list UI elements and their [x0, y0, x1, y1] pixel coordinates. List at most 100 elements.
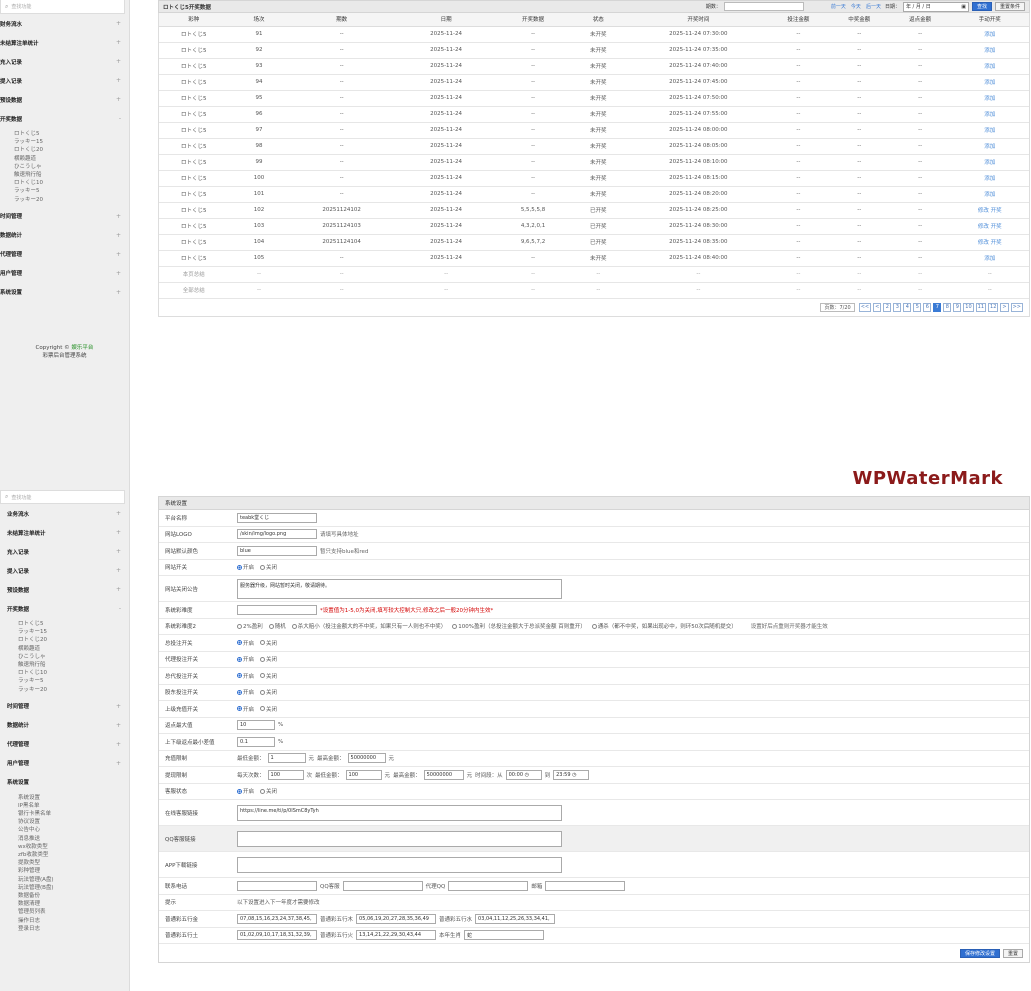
submenu-item[interactable]: 玩法管理(A盘): [18, 876, 129, 884]
zodiac-gold-input[interactable]: 07,08,15,16,23,24,37,38,45,: [237, 913, 317, 924]
page-button[interactable]: >: [1000, 302, 1009, 312]
switch-on-radio[interactable]: 开启: [237, 672, 254, 680]
row-action-link[interactable]: 添加: [950, 170, 1029, 187]
color-input[interactable]: blue: [237, 545, 317, 556]
submenu-item[interactable]: ひこうしゃ: [18, 653, 129, 661]
submenu-item[interactable]: ロトくじ5: [18, 620, 129, 628]
service-off-radio[interactable]: 关闭: [260, 787, 277, 795]
submenu-item[interactable]: 彩种管理: [18, 867, 129, 875]
submenu-item[interactable]: 协议设置: [18, 818, 129, 826]
submenu-item[interactable]: 银行卡黑名单: [18, 810, 129, 818]
switch-on-radio[interactable]: 开启: [237, 655, 254, 663]
sidebar-item[interactable]: 充入记录 +: [0, 542, 129, 561]
page-button[interactable]: 10: [963, 302, 974, 312]
sidebar-item[interactable]: 代理管理 +: [0, 245, 129, 264]
sidebar-search[interactable]: ⌕ 查找功能: [0, 0, 125, 14]
zodiac-fire-input[interactable]: 13,14,21,22,29,30,43,44: [356, 930, 437, 941]
withdraw-min-input[interactable]: 100: [345, 769, 382, 780]
today-link[interactable]: 今天: [851, 3, 861, 10]
email-input[interactable]: [545, 880, 626, 891]
page-button[interactable]: >>: [1010, 302, 1023, 312]
row-action-link[interactable]: 添加: [950, 106, 1029, 123]
sidebar-item[interactable]: 数据统计 +: [0, 226, 129, 245]
row-action-link[interactable]: 添加: [950, 58, 1029, 75]
submenu-item[interactable]: zfb收款类型: [18, 851, 129, 859]
submenu-item[interactable]: 触速飛行船: [18, 661, 129, 669]
submenu-item[interactable]: IP黑名单: [18, 802, 129, 810]
app-link-textarea[interactable]: [237, 856, 562, 873]
sidebar-item[interactable]: 提入记录 +: [0, 71, 129, 90]
sidebar-item[interactable]: 未结算注单统计 +: [0, 523, 129, 542]
reset-settings-button[interactable]: 重置: [1002, 948, 1023, 958]
submenu-item[interactable]: ラッキー5: [18, 677, 129, 685]
submenu-item[interactable]: ラッキー20: [18, 686, 129, 694]
logo-input[interactable]: /skin/img/logo.png: [237, 529, 317, 540]
sidebar-item[interactable]: 时间管理 +: [0, 207, 129, 226]
submenu-item[interactable]: ラッキー15: [18, 628, 129, 636]
difficulty2-radio[interactable]: 通杀（都不中奖，如果出现必中，则环50次后随机提交）: [591, 622, 737, 630]
withdraw-times-input[interactable]: 100: [267, 769, 304, 780]
submenu-item[interactable]: 登录日志: [18, 925, 129, 933]
submenu-item[interactable]: ロトくじ5: [14, 130, 129, 138]
zodiac-water-input[interactable]: 03,04,11,12,25,26,33,34,41,: [475, 913, 556, 924]
page-button[interactable]: 9: [953, 302, 962, 312]
switch-off-radio[interactable]: 关闭: [260, 655, 277, 663]
rebate-max-input[interactable]: 10: [237, 720, 275, 731]
row-action-link[interactable]: 添加: [950, 74, 1029, 91]
issue-input[interactable]: [723, 2, 804, 11]
row-action-link[interactable]: 添加: [950, 250, 1029, 267]
sidebar-item[interactable]: 提入记录 +: [0, 561, 129, 580]
switch-off-radio[interactable]: 关闭: [260, 639, 277, 647]
submenu-item[interactable]: 触速飛行船: [14, 171, 129, 179]
site-name-input[interactable]: teabk堂くじ: [237, 512, 317, 523]
submenu-item[interactable]: 数据清理: [18, 900, 129, 908]
submenu-item[interactable]: 系统设置: [18, 794, 129, 802]
sidebar-item[interactable]: 时间管理 +: [0, 697, 129, 716]
switch-on-radio[interactable]: 开启: [237, 639, 254, 647]
row-action-link[interactable]: 修改 开奖: [950, 234, 1029, 251]
copyright-link[interactable]: 娱乐平台: [71, 345, 93, 351]
submenu-item[interactable]: 数据备份: [18, 892, 129, 900]
page-button[interactable]: 8: [943, 302, 952, 312]
time-from-input[interactable]: 00:00 ◷: [505, 769, 542, 780]
sidebar-item[interactable]: 预设数据 +: [0, 90, 129, 109]
page-button[interactable]: 3: [893, 302, 902, 312]
submenu-item[interactable]: 提款类型: [18, 859, 129, 867]
sidebar-item[interactable]: 财务流水 +: [0, 14, 129, 33]
sidebar-item[interactable]: 数据统计 +: [0, 716, 129, 735]
search-button[interactable]: 查找: [971, 2, 992, 11]
service-link-textarea[interactable]: https://line.me/ti/p/0ISmC8yTyh: [237, 804, 562, 821]
site-off-radio[interactable]: 关闭: [260, 563, 277, 571]
difficulty2-radio[interactable]: 杀大赔小（投注金额大的不中奖，如果只有一人则也不中奖）: [291, 622, 446, 630]
row-action-link[interactable]: 添加: [950, 186, 1029, 203]
submenu-item[interactable]: 横赖趣道: [14, 155, 129, 163]
submenu-item[interactable]: 公告中心: [18, 826, 129, 834]
prev-day-link[interactable]: 前一天: [831, 3, 846, 10]
row-action-link[interactable]: 添加: [950, 154, 1029, 171]
page-button[interactable]: <<: [858, 302, 872, 312]
sidebar-item[interactable]: 业务流水 +: [0, 504, 129, 523]
switch-off-radio[interactable]: 关闭: [260, 705, 277, 713]
agent-qq-input[interactable]: [448, 880, 529, 891]
submenu-item[interactable]: wx收款类型: [18, 843, 129, 851]
row-action-link[interactable]: 添加: [950, 90, 1029, 107]
switch-off-radio[interactable]: 关闭: [260, 688, 277, 696]
difficulty-input[interactable]: [237, 604, 317, 615]
submenu-item[interactable]: 横赖趣道: [18, 645, 129, 653]
row-action-link[interactable]: 添加: [950, 122, 1029, 139]
sidebar-item[interactable]: 用户管理 +: [0, 754, 129, 773]
reset-filter-button[interactable]: 重置条件: [994, 2, 1025, 11]
submenu-item[interactable]: ロトくじ20: [14, 146, 129, 154]
site-on-radio[interactable]: 开启: [237, 563, 254, 571]
submenu-item[interactable]: ラッキー15: [14, 138, 129, 146]
submenu-item[interactable]: ロトくじ10: [18, 669, 129, 677]
recharge-min-input[interactable]: 1: [267, 753, 306, 764]
sidebar-item[interactable]: 充入记录 +: [0, 52, 129, 71]
row-action-link[interactable]: 添加: [950, 26, 1029, 43]
next-day-link[interactable]: 后一天: [866, 3, 881, 10]
save-settings-button[interactable]: 保存修改设置: [959, 948, 1000, 958]
sidebar-item[interactable]: 用户管理 +: [0, 264, 129, 283]
sidebar-item[interactable]: 未结算注单统计 +: [0, 33, 129, 52]
sidebar-item-draw-data[interactable]: 开奖数据 -: [0, 109, 129, 128]
switch-on-radio[interactable]: 开启: [237, 705, 254, 713]
